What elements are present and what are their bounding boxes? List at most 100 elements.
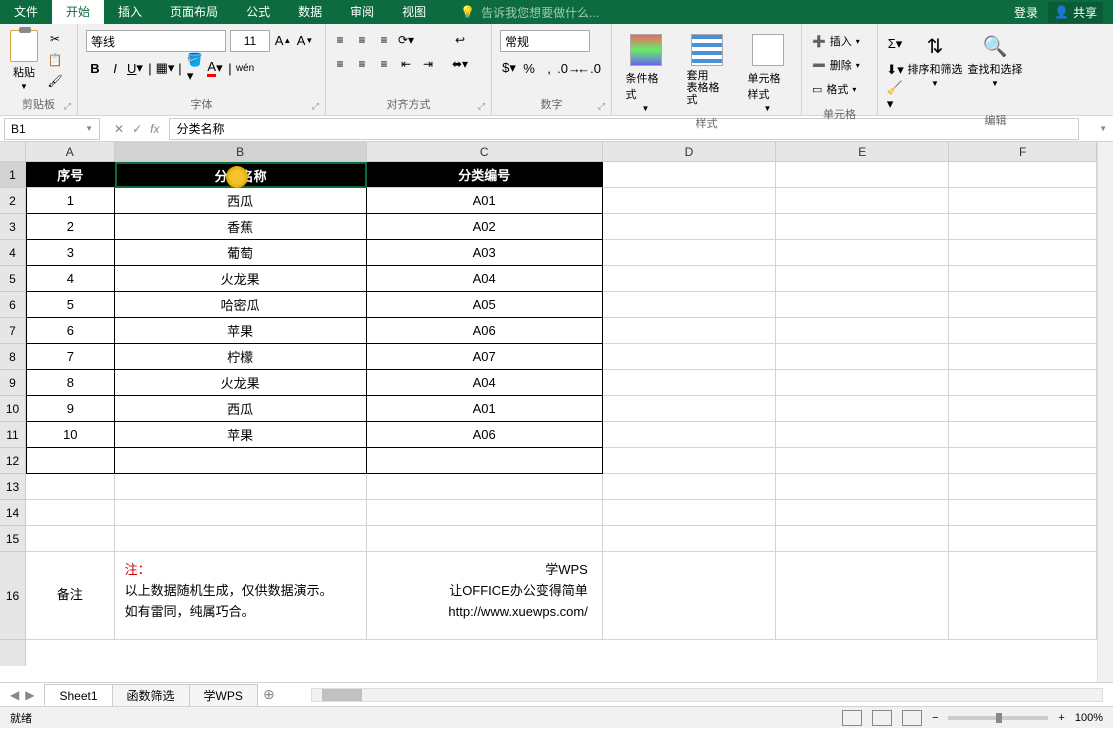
col-header-A[interactable]: A [26,142,115,161]
cell[interactable] [603,474,776,500]
cell[interactable] [603,344,776,370]
tab-home[interactable]: 开始 [52,0,104,24]
cell[interactable] [949,214,1097,240]
col-header-D[interactable]: D [603,142,776,161]
cell[interactable] [115,526,367,552]
cell-code[interactable]: A07 [367,344,603,370]
vertical-scrollbar[interactable] [1097,142,1113,682]
zoom-label[interactable]: 100% [1075,712,1103,724]
zoom-in-button[interactable]: + [1058,712,1064,724]
launcher-icon[interactable]: ⤢ [64,101,71,112]
orientation-button[interactable]: ⟳▾ [396,30,416,50]
cell[interactable] [949,396,1097,422]
cell[interactable] [949,552,1097,640]
cell[interactable] [776,370,949,396]
cell-name[interactable]: 葡萄 [115,240,367,266]
paste-button[interactable]: 粘贴 ▼ [4,26,44,91]
row-header-16[interactable]: 16 [0,552,25,640]
zoom-thumb[interactable] [996,713,1002,723]
number-format-select[interactable] [500,30,590,52]
header-name[interactable]: 分类名称 [115,162,367,188]
col-header-F[interactable]: F [949,142,1097,161]
header-code[interactable]: 分类编号 [367,162,603,188]
indent-right-button[interactable]: ⇥ [418,54,438,74]
cell[interactable] [603,188,776,214]
tab-file[interactable]: 文件 [0,0,52,24]
footer-memo[interactable]: 备注 [26,552,115,640]
row-header-15[interactable]: 15 [0,526,25,552]
tab-view[interactable]: 视图 [388,0,440,24]
fill-button[interactable]: ⬇▾ [886,60,904,80]
cell-seq[interactable]: 8 [26,370,115,396]
tab-layout[interactable]: 页面布局 [156,0,232,24]
align-center-button[interactable]: ≡ [352,54,372,74]
cell[interactable] [115,500,367,526]
tab-insert[interactable]: 插入 [104,0,156,24]
cell[interactable] [776,422,949,448]
cell[interactable] [367,474,603,500]
cell[interactable] [949,448,1097,474]
grow-font-button[interactable]: A▲ [274,30,292,50]
format-painter-button[interactable]: 🖌 [46,72,64,90]
cell-seq[interactable]: 6 [26,318,115,344]
launcher-icon[interactable]: ⤢ [478,101,485,112]
cell-name[interactable]: 哈密瓜 [115,292,367,318]
cell[interactable] [603,422,776,448]
cell-seq[interactable]: 2 [26,214,115,240]
cell[interactable] [603,552,776,640]
fill-color-button[interactable]: 🪣▾ [186,58,204,78]
share-button[interactable]: 👤 共享 [1048,2,1103,23]
cell[interactable] [603,318,776,344]
cell-name[interactable]: 火龙果 [115,266,367,292]
cell-code[interactable]: A01 [367,188,603,214]
cell-code[interactable]: A06 [367,422,603,448]
cell[interactable] [949,318,1097,344]
cell[interactable] [603,448,776,474]
cell[interactable] [776,526,949,552]
tab-data[interactable]: 数据 [284,0,336,24]
cell-seq[interactable]: 4 [26,266,115,292]
page-layout-view-button[interactable] [872,710,892,726]
row-header-7[interactable]: 7 [0,318,25,344]
cell-code[interactable]: A06 [367,318,603,344]
cell-seq[interactable]: 9 [26,396,115,422]
font-name-select[interactable] [86,30,226,52]
sheet-nav[interactable]: ◀▶ [0,688,44,702]
cell[interactable] [949,344,1097,370]
row-header-8[interactable]: 8 [0,344,25,370]
select-all-corner[interactable] [0,142,26,162]
cell-code[interactable]: A03 [367,240,603,266]
cell-code[interactable]: A02 [367,214,603,240]
prev-sheet-icon[interactable]: ◀ [10,688,19,702]
align-top-button[interactable]: ≡ [330,30,350,50]
cell[interactable] [776,162,949,188]
login-link[interactable]: 登录 [1014,4,1038,21]
row-header-6[interactable]: 6 [0,292,25,318]
cell-name[interactable]: 香蕉 [115,214,367,240]
launcher-icon[interactable]: ⤢ [598,101,605,112]
cells[interactable]: 序号分类名称分类编号1西瓜A012香蕉A023葡萄A034火龙果A045哈密瓜A… [26,162,1097,666]
cell-name[interactable]: 苹果 [115,318,367,344]
insert-cells-button[interactable]: ➕插入▾ [808,30,864,52]
cell-name[interactable]: 西瓜 [115,396,367,422]
wrap-text-button[interactable]: ↩ [446,30,474,50]
page-break-view-button[interactable] [902,710,922,726]
cell[interactable] [776,240,949,266]
cell[interactable] [949,474,1097,500]
cell[interactable] [776,266,949,292]
cell[interactable] [776,448,949,474]
normal-view-button[interactable] [842,710,862,726]
row-header-4[interactable]: 4 [0,240,25,266]
cut-button[interactable]: ✂ [46,30,64,48]
cell[interactable] [367,448,603,474]
cancel-formula-button[interactable]: ✕ [114,122,124,136]
cell[interactable] [776,292,949,318]
cell[interactable] [603,266,776,292]
footer-note[interactable]: 注：以上数据随机生成，仅供数据演示。如有雷同，纯属巧合。 [115,552,367,640]
row-header-5[interactable]: 5 [0,266,25,292]
cell-name[interactable]: 西瓜 [115,188,367,214]
align-bottom-button[interactable]: ≡ [374,30,394,50]
cell[interactable] [26,500,115,526]
cell[interactable] [949,526,1097,552]
cell[interactable] [776,552,949,640]
